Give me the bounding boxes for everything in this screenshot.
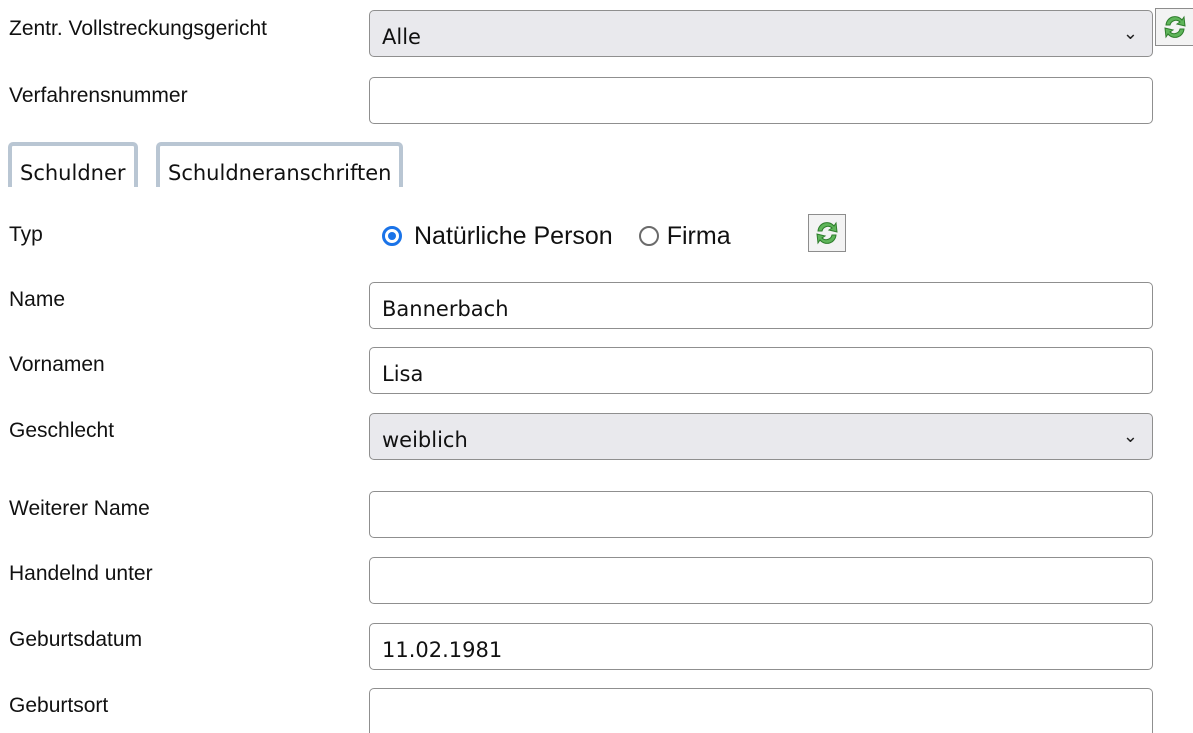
court-select[interactable]: Alle ⌄ xyxy=(369,10,1153,57)
type-label: Typ xyxy=(9,223,43,246)
birth-date-value: 11.02.1981 xyxy=(382,638,503,662)
gender-select-value: weiblich xyxy=(382,428,468,452)
first-names-input[interactable]: Lisa xyxy=(369,347,1153,394)
name-label: Name xyxy=(9,288,66,311)
type-radio-group: Natürliche Person Firma xyxy=(382,216,731,256)
first-names-label: Vornamen xyxy=(9,353,105,376)
type-refresh-button[interactable] xyxy=(808,214,846,252)
case-number-input[interactable] xyxy=(369,77,1153,124)
other-name-label: Weiterer Name xyxy=(9,497,150,520)
name-value: Bannerbach xyxy=(382,297,509,321)
chevron-down-icon: ⌄ xyxy=(1122,23,1138,44)
trading-as-input[interactable] xyxy=(369,557,1153,604)
refresh-icon xyxy=(816,221,838,245)
gender-select[interactable]: weiblich ⌄ xyxy=(369,413,1153,460)
birth-date-input[interactable]: 11.02.1981 xyxy=(369,623,1153,670)
court-refresh-button[interactable] xyxy=(1155,8,1193,46)
case-number-label: Verfahrensnummer xyxy=(9,84,188,107)
birth-place-label: Geburtsort xyxy=(9,694,109,717)
chevron-down-icon: ⌄ xyxy=(1122,426,1138,447)
first-names-value: Lisa xyxy=(382,362,424,386)
radio-company[interactable] xyxy=(638,226,659,246)
radio-natural-person-label[interactable]: Natürliche Person xyxy=(414,222,613,251)
court-label: Zentr. Vollstreckungsgericht xyxy=(9,17,267,40)
tab-schuldner[interactable]: Schuldner xyxy=(8,142,138,187)
refresh-icon xyxy=(1163,15,1186,39)
birth-date-label: Geburtsdatum xyxy=(9,628,143,651)
birth-place-input[interactable] xyxy=(369,688,1153,733)
tab-schuldneranschriften[interactable]: Schuldneranschriften xyxy=(156,142,404,187)
radio-company-label[interactable]: Firma xyxy=(667,222,731,251)
other-name-input[interactable] xyxy=(369,491,1153,538)
name-input[interactable]: Bannerbach xyxy=(369,282,1153,329)
trading-as-label: Handelnd unter xyxy=(9,562,153,585)
gender-label: Geschlecht xyxy=(9,419,115,442)
court-select-value: Alle xyxy=(382,25,421,49)
radio-natural-person[interactable] xyxy=(382,226,402,246)
